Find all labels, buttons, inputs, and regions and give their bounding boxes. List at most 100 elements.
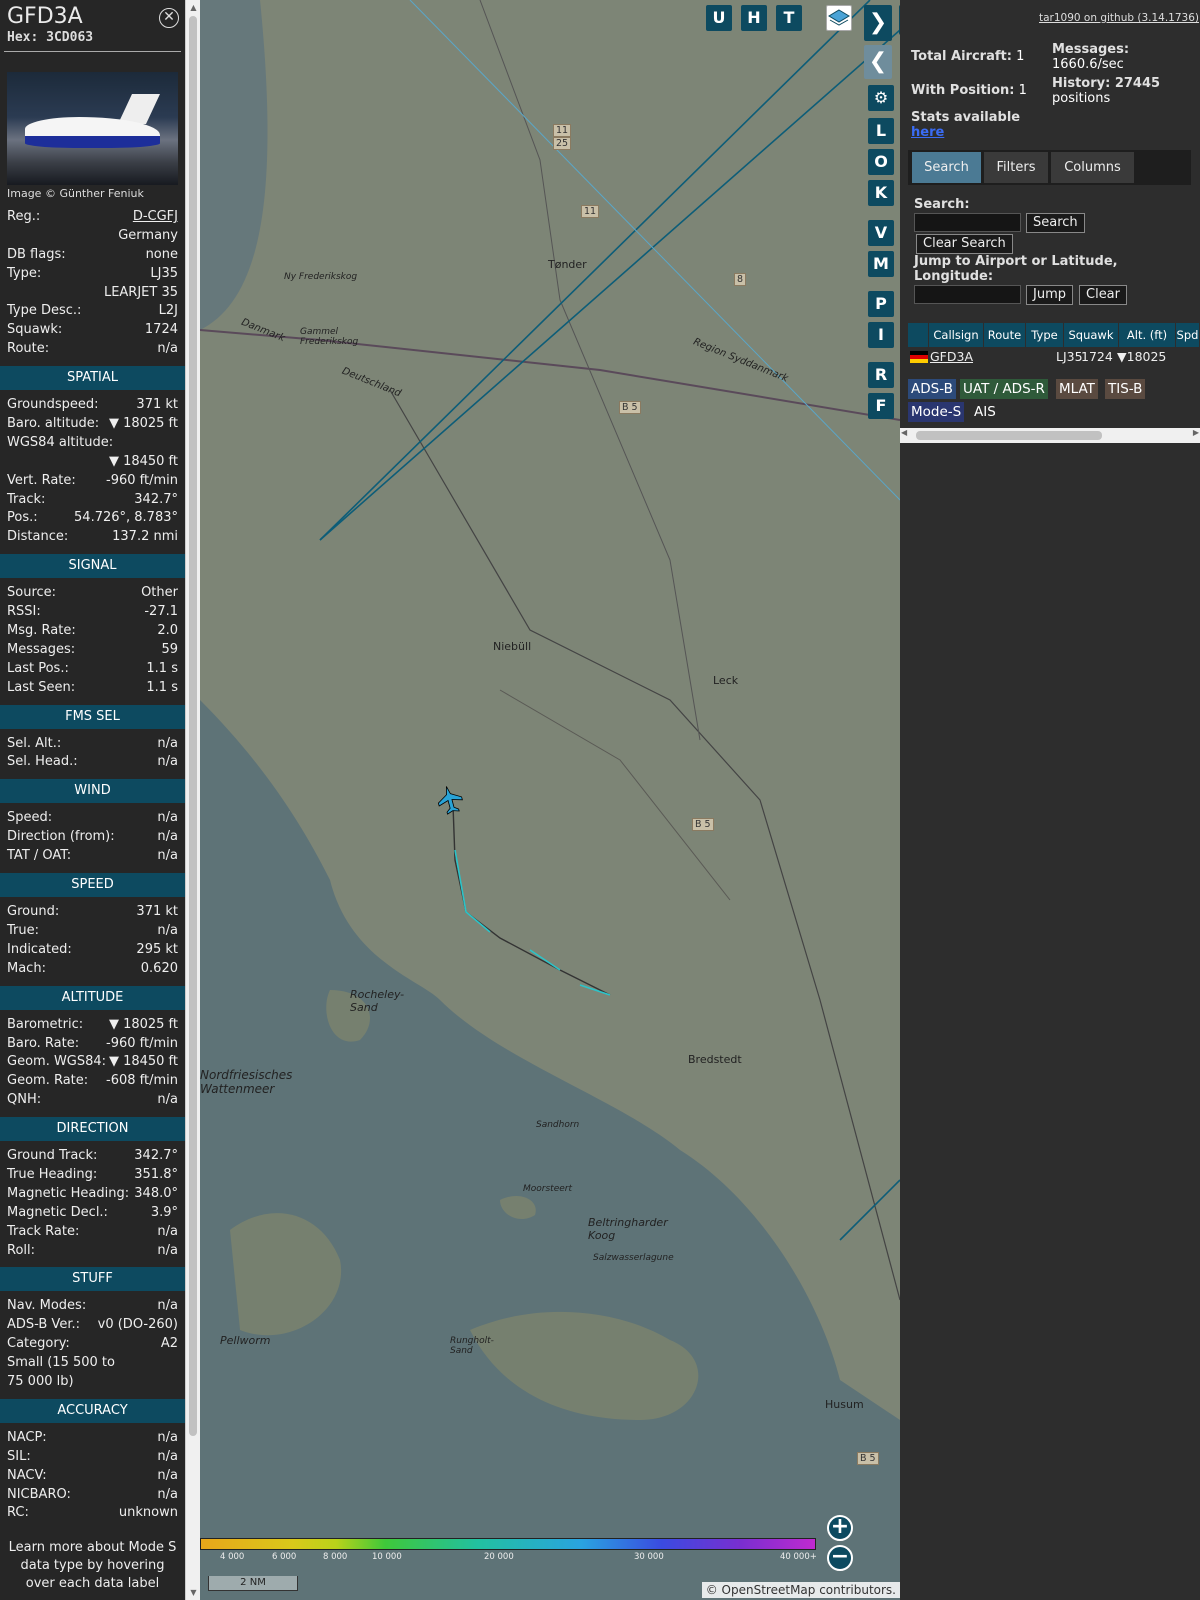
section-header-stuff[interactable]: STUFF [0,1267,185,1292]
aircraft-photo[interactable] [7,72,178,185]
detail-label[interactable]: TAT / OAT: [7,847,71,866]
map-button-v[interactable]: V [868,220,894,246]
detail-label[interactable]: True Heading: [7,1166,97,1185]
detail-label[interactable]: Baro. altitude: [7,415,99,434]
detail-label[interactable]: Barometric: [7,1016,83,1035]
column-header-squawk[interactable]: Squawk [1064,323,1119,347]
detail-label[interactable]: Source: [7,584,56,603]
map-button-k[interactable]: K [868,180,894,206]
jump-button[interactable]: Jump [1026,285,1073,305]
scroll-down-icon[interactable]: ▼ [189,1588,198,1597]
source-modes[interactable]: Mode-S [908,402,965,422]
table-horizontal-scrollbar[interactable]: ◀ ▶ [900,428,1200,443]
detail-label[interactable]: NICBARO: [7,1486,71,1505]
detail-label[interactable]: Indicated: [7,941,72,960]
map-button-u[interactable]: U [706,5,732,31]
column-header-route[interactable]: Route [984,323,1026,347]
detail-label[interactable]: RSSI: [7,603,41,622]
map-button-h[interactable]: H [741,5,767,31]
close-icon[interactable]: ✕ [159,8,179,28]
detail-label[interactable]: NACP: [7,1429,47,1448]
github-link[interactable]: tar1090 on github (3.14.1736) [1039,12,1199,24]
map-button-t[interactable]: T [776,5,802,31]
map-button-m[interactable]: M [868,251,894,277]
map-button-r[interactable]: R [868,362,894,388]
detail-label[interactable]: Track: [7,491,45,510]
section-header-speed[interactable]: SPEED [0,873,185,898]
clear-search-button[interactable]: Clear Search [916,234,1013,254]
detail-label[interactable]: Distance: [7,528,68,547]
hscroll-thumb[interactable] [916,431,1102,440]
section-header-altitude[interactable]: ALTITUDE [0,985,185,1010]
source-uat[interactable]: UAT / ADS-R [960,379,1048,399]
source-mlat[interactable]: MLAT [1056,379,1098,399]
column-header-flag[interactable] [908,323,929,347]
map-button-l[interactable]: L [868,118,894,144]
detail-label[interactable]: NACV: [7,1467,47,1486]
zoom-out-icon[interactable]: − [827,1545,853,1571]
clear-button[interactable]: Clear [1079,285,1127,305]
stats-link[interactable]: here [911,125,944,140]
detail-label[interactable]: Geom. WGS84: [7,1053,106,1072]
map-button-p[interactable]: P [868,291,894,317]
map-view[interactable]: Tønder Niebüll Leck Bredstedt Husum Pell… [200,0,900,1600]
detail-label[interactable]: Groundspeed: [7,396,98,415]
detail-label[interactable]: Pos.: [7,509,38,528]
scroll-up-icon[interactable]: ▲ [189,3,198,12]
column-header-callsign[interactable]: Callsign [929,323,984,347]
detail-label[interactable]: ADS-B Ver.: [7,1316,80,1335]
detail-label[interactable]: Magnetic Decl.: [7,1204,108,1223]
row-callsign[interactable]: GFD3A [930,349,973,364]
detail-label[interactable]: SIL: [7,1448,31,1467]
detail-label[interactable]: Baro. Rate: [7,1035,79,1054]
column-header-speed[interactable]: Spd [1176,323,1200,347]
detail-label[interactable]: Ground: [7,903,59,922]
detail-label[interactable]: Last Seen: [7,679,75,698]
detail-label[interactable]: Vert. Rate: [7,472,76,491]
detail-label[interactable]: True: [7,922,39,941]
source-ais[interactable]: AIS [971,402,999,422]
section-header-wind[interactable]: WIND [0,779,185,804]
detail-label[interactable]: Track Rate: [7,1223,79,1242]
zoom-in-icon[interactable]: + [827,1515,853,1541]
detail-label[interactable]: Geom. Rate: [7,1072,88,1091]
map-attribution[interactable]: © OpenStreetMap contributors. [701,1582,900,1598]
section-header-spatial[interactable]: SPATIAL [0,366,185,391]
detail-label[interactable]: Messages: [7,641,75,660]
tab-filters[interactable]: Filters [984,152,1048,183]
map-button-f[interactable]: F [868,393,894,419]
tab-search[interactable]: Search [912,152,981,183]
section-header-direction[interactable]: DIRECTION [0,1117,185,1142]
detail-label[interactable]: WGS84 altitude: [7,434,113,453]
detail-label[interactable]: Sel. Head.: [7,753,78,772]
detail-label[interactable]: 75 000 lb) [7,1373,74,1392]
detail-label[interactable]: RC: [7,1504,29,1523]
detail-label[interactable]: Roll: [7,1242,35,1261]
aircraft-marker[interactable] [435,783,465,815]
column-header-altitude[interactable]: Alt. (ft) [1119,323,1176,347]
settings-gear-icon[interactable]: ⚙ [868,85,894,111]
detail-label[interactable]: Ground Track: [7,1147,97,1166]
detail-label[interactable]: Small (15 500 to [7,1354,115,1373]
detail-label[interactable]: Nav. Modes: [7,1297,86,1316]
search-input[interactable] [914,213,1021,232]
section-header-signal[interactable]: SIGNAL [0,554,185,579]
source-tisb[interactable]: TIS-B [1105,379,1146,399]
section-header-accuracy[interactable]: ACCURACY [0,1398,185,1423]
detail-label[interactable]: QNH: [7,1091,41,1110]
source-adsb[interactable]: ADS-B [908,379,956,399]
panel-scrollbar[interactable]: ▲ ▼ [185,0,200,1600]
layers-icon[interactable] [826,5,852,31]
detail-label[interactable]: Last Pos.: [7,660,69,679]
map-button-o[interactable]: O [868,149,894,175]
detail-label[interactable]: Speed: [7,809,52,828]
search-button[interactable]: Search [1026,213,1085,233]
jump-input[interactable] [914,285,1021,304]
detail-label[interactable]: Magnetic Heading: [7,1185,129,1204]
detail-label[interactable]: Category: [7,1335,70,1354]
map-button-i[interactable]: I [868,322,894,348]
detail-label[interactable]: Mach: [7,960,46,979]
section-header-fms-sel[interactable]: FMS SEL [0,704,185,729]
scrollbar-thumb[interactable] [189,16,197,1436]
detail-label[interactable]: Msg. Rate: [7,622,76,641]
